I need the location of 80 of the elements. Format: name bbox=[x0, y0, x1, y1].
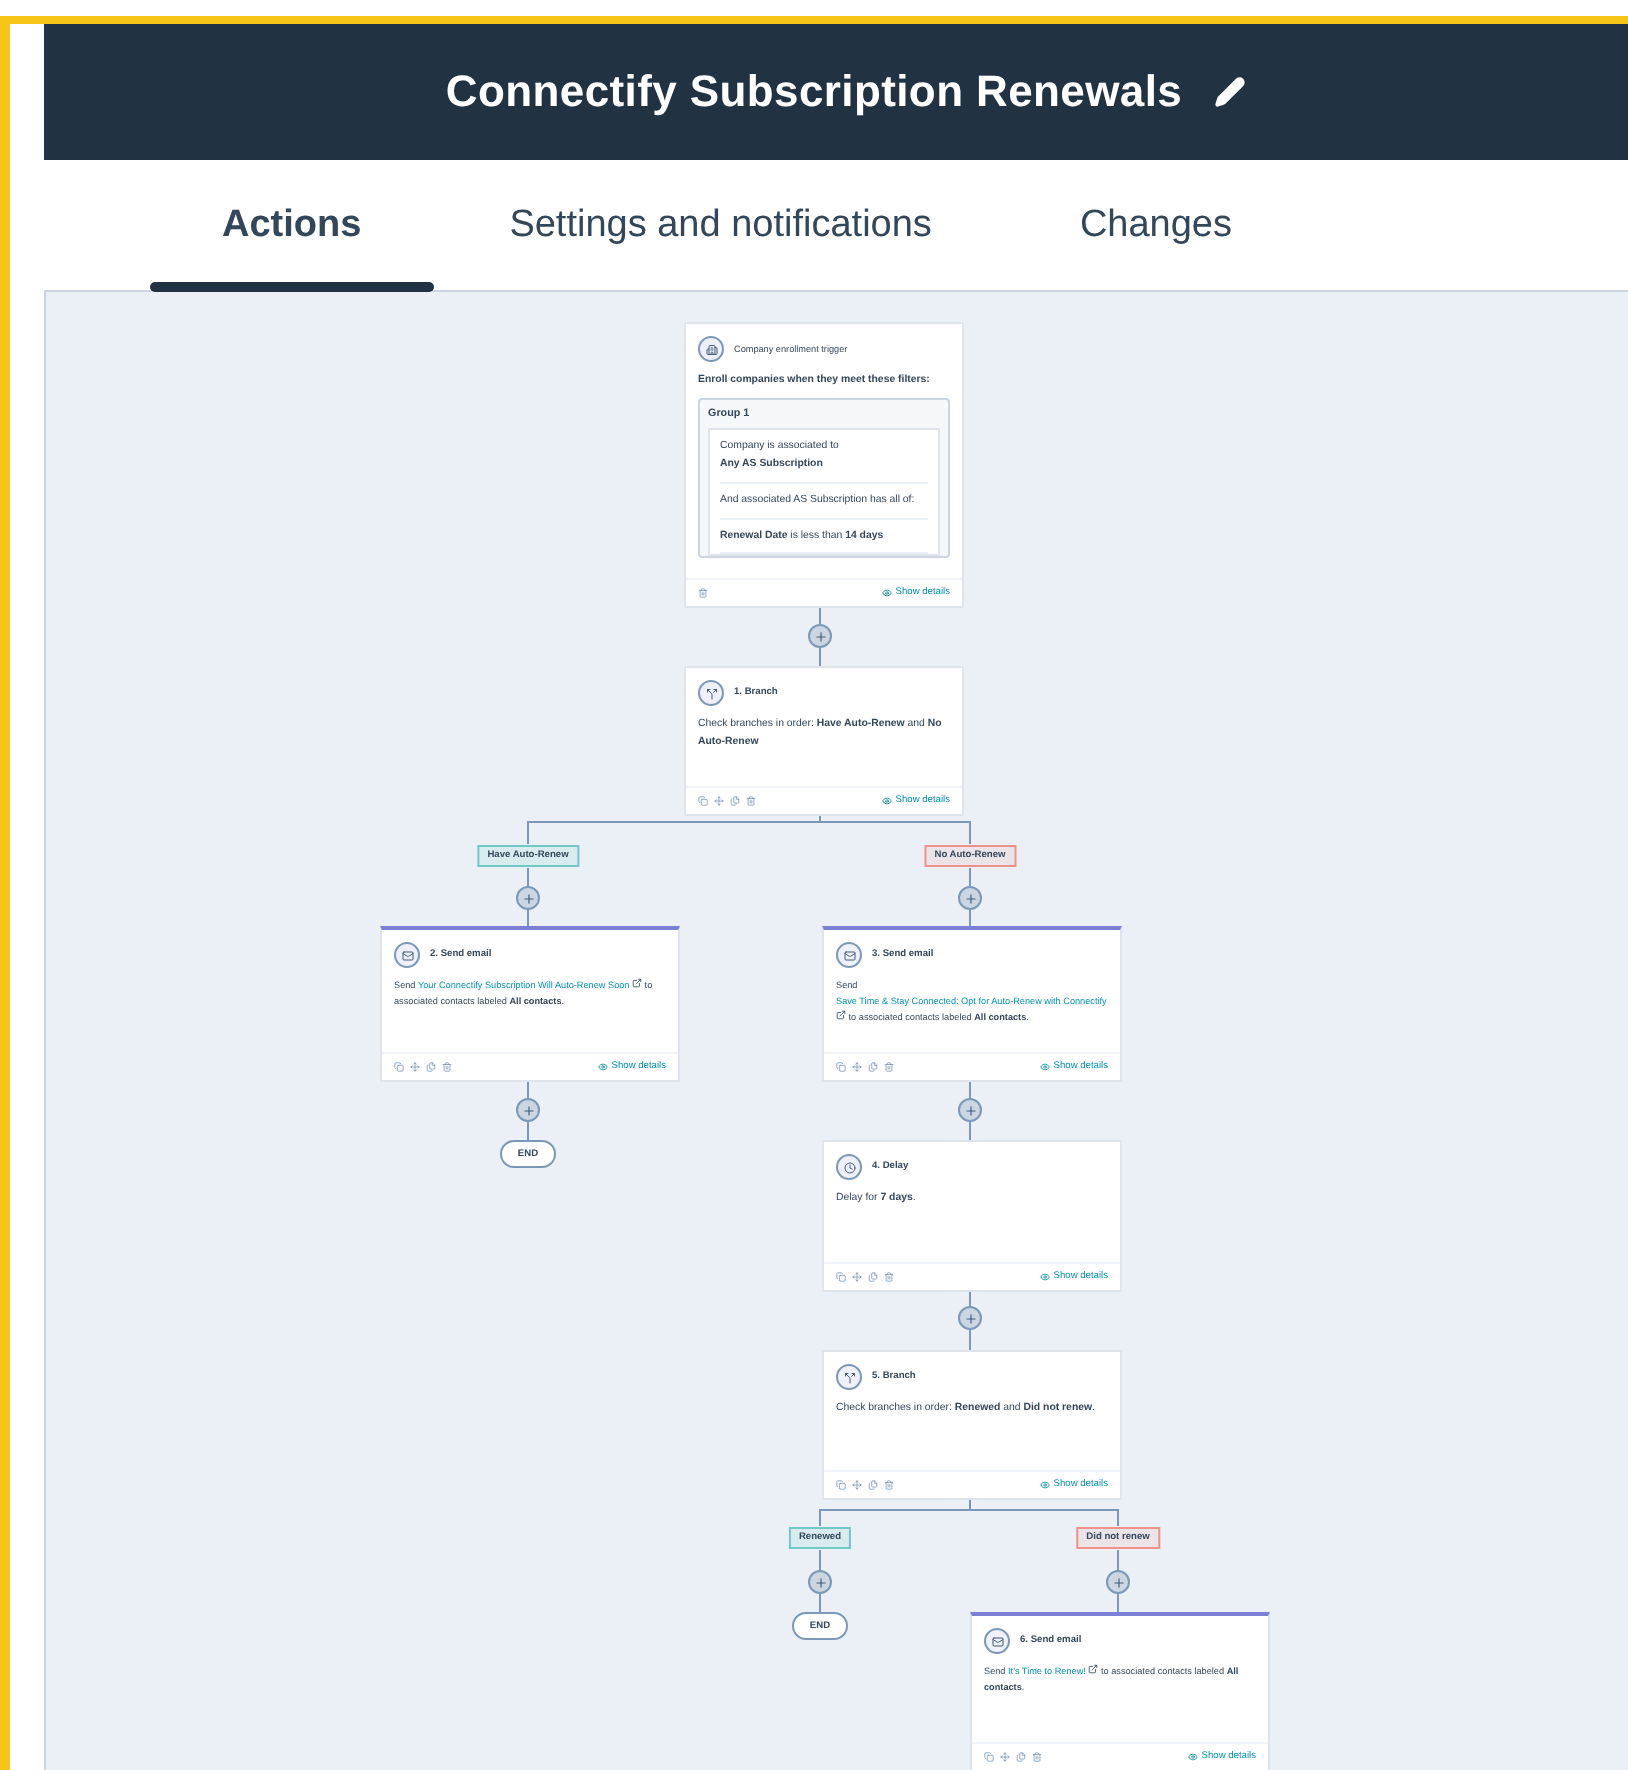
connector-line bbox=[969, 1329, 971, 1351]
connector-line bbox=[819, 647, 821, 667]
delete-icon[interactable] bbox=[442, 1062, 452, 1072]
clone-icon[interactable] bbox=[1016, 1752, 1026, 1762]
clock-icon bbox=[843, 1161, 855, 1173]
envelope-icon bbox=[991, 1635, 1003, 1647]
clone-icon[interactable] bbox=[868, 1480, 878, 1490]
eye-icon bbox=[1039, 1272, 1050, 1282]
copy-icon[interactable] bbox=[836, 1062, 846, 1072]
envelope-icon bbox=[843, 949, 855, 961]
clone-icon[interactable] bbox=[426, 1062, 436, 1072]
add-step-button[interactable] bbox=[958, 1306, 982, 1330]
move-icon[interactable] bbox=[410, 1062, 420, 1072]
eye-icon bbox=[1187, 1752, 1198, 1762]
connector-line bbox=[969, 1121, 971, 1141]
delete-icon[interactable] bbox=[698, 588, 708, 598]
delete-icon[interactable] bbox=[884, 1480, 894, 1490]
connector-line bbox=[819, 1593, 821, 1613]
copy-icon[interactable] bbox=[836, 1480, 846, 1490]
move-icon[interactable] bbox=[1000, 1752, 1010, 1762]
connector-line bbox=[1117, 1549, 1119, 1571]
connector-line bbox=[527, 909, 529, 927]
plus-icon bbox=[813, 629, 827, 643]
tab[interactable]: Actions bbox=[150, 160, 434, 290]
branch-icon bbox=[705, 687, 717, 699]
eye-icon bbox=[1039, 1480, 1050, 1490]
connector-line bbox=[969, 867, 971, 887]
move-icon[interactable] bbox=[852, 1272, 862, 1282]
external-link-icon bbox=[632, 978, 643, 988]
branch-icon bbox=[843, 1371, 855, 1383]
copy-icon[interactable] bbox=[698, 796, 708, 806]
eye-icon bbox=[881, 796, 892, 806]
add-step-button[interactable] bbox=[516, 1098, 540, 1122]
add-step-button[interactable] bbox=[808, 624, 832, 648]
connector-line bbox=[1117, 1593, 1119, 1613]
connector-line bbox=[527, 1081, 529, 1099]
pencil-icon[interactable] bbox=[1214, 76, 1247, 108]
connector-line bbox=[969, 909, 971, 927]
plus-icon bbox=[521, 1103, 535, 1117]
delete-icon[interactable] bbox=[1032, 1752, 1042, 1762]
add-step-button[interactable] bbox=[958, 1098, 982, 1122]
copy-icon[interactable] bbox=[394, 1062, 404, 1072]
eye-icon bbox=[881, 588, 892, 598]
delete-icon[interactable] bbox=[884, 1272, 894, 1282]
connector-line bbox=[527, 867, 529, 887]
eye-icon bbox=[597, 1062, 608, 1072]
move-icon[interactable] bbox=[714, 796, 724, 806]
connector-line bbox=[969, 1081, 971, 1099]
tab[interactable]: Changes bbox=[1007, 160, 1304, 290]
add-step-button[interactable] bbox=[958, 886, 982, 910]
connector-line bbox=[527, 1121, 529, 1141]
plus-icon bbox=[521, 891, 535, 905]
delete-icon[interactable] bbox=[884, 1062, 894, 1072]
plus-icon bbox=[813, 1575, 827, 1589]
plus-icon bbox=[963, 1311, 977, 1325]
external-link-icon bbox=[836, 1010, 846, 1021]
clone-icon[interactable] bbox=[730, 796, 740, 806]
plus-icon bbox=[963, 891, 977, 905]
move-icon[interactable] bbox=[852, 1062, 862, 1072]
clone-icon[interactable] bbox=[868, 1272, 878, 1282]
eye-icon bbox=[1039, 1062, 1050, 1072]
connector-line bbox=[819, 607, 821, 625]
external-link-icon bbox=[1088, 1664, 1099, 1674]
envelope-icon bbox=[401, 949, 413, 961]
add-step-button[interactable] bbox=[808, 1570, 832, 1594]
building-icon bbox=[705, 343, 717, 355]
delete-icon[interactable] bbox=[746, 796, 756, 806]
add-step-button[interactable] bbox=[1106, 1570, 1130, 1594]
plus-icon bbox=[1111, 1575, 1125, 1589]
add-step-button[interactable] bbox=[516, 886, 540, 910]
workflow-title: Connectify Subscription Renewals bbox=[445, 66, 1183, 118]
clone-icon[interactable] bbox=[868, 1062, 878, 1072]
trigger-card[interactable] bbox=[684, 322, 964, 608]
move-icon[interactable] bbox=[852, 1480, 862, 1490]
connector-line bbox=[969, 1291, 971, 1307]
connector-line bbox=[819, 1549, 821, 1571]
copy-icon[interactable] bbox=[984, 1752, 994, 1762]
copy-icon[interactable] bbox=[836, 1272, 846, 1282]
plus-icon bbox=[963, 1103, 977, 1117]
tab[interactable]: Settings and notifications bbox=[437, 160, 1004, 290]
